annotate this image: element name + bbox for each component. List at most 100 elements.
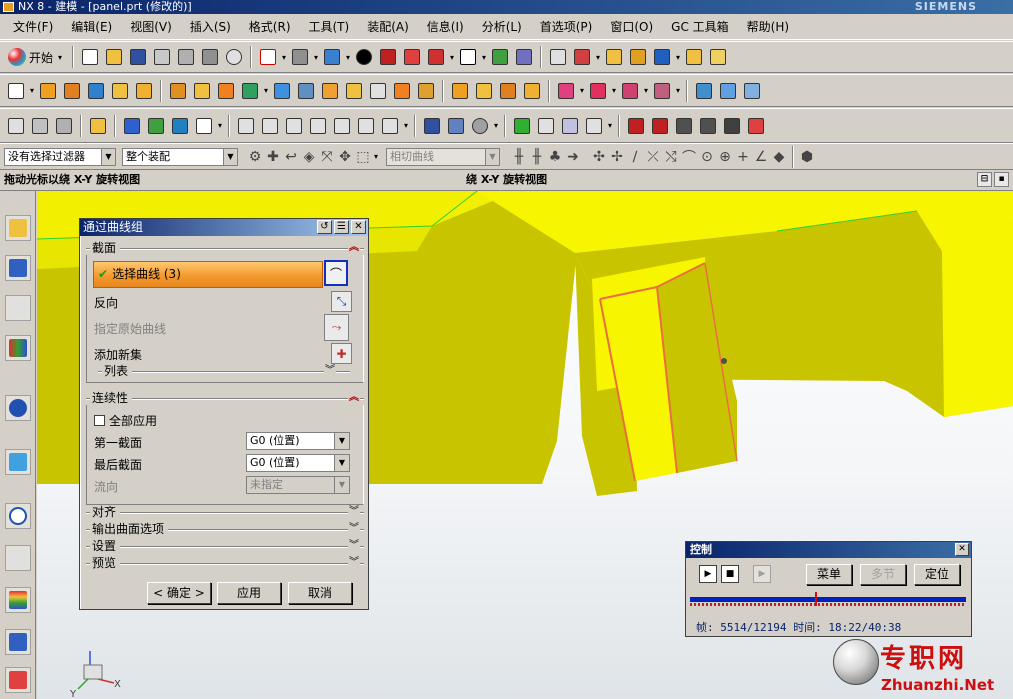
analysis-button[interactable] [627, 46, 649, 68]
chevron-down-icon[interactable]: ▾ [578, 86, 586, 95]
section-group-header[interactable]: 截面 ︽ [86, 241, 364, 255]
g-h-button[interactable] [331, 115, 353, 137]
text-button[interactable] [193, 115, 215, 137]
part-navigator-tab[interactable] [5, 295, 31, 321]
edit-feature-button[interactable] [5, 115, 27, 137]
draft-button[interactable] [619, 80, 641, 102]
block-button[interactable] [85, 80, 107, 102]
tangent-icon[interactable]: ╫ [528, 149, 546, 165]
restore-icon[interactable]: ⊟ [977, 172, 992, 187]
menu-edit[interactable]: 编辑(E) [62, 18, 121, 35]
palette-tab[interactable] [5, 449, 31, 475]
thicken-button[interactable] [295, 80, 317, 102]
o-h-button[interactable] [355, 115, 377, 137]
last-section-select[interactable]: G0 (位置) ▼ [246, 454, 350, 472]
intersect-icon[interactable]: ╫ [510, 149, 528, 165]
angle-button[interactable] [707, 46, 729, 68]
reset-icon[interactable]: ↺ [317, 220, 332, 234]
chevron-down-icon[interactable]: ▾ [642, 86, 650, 95]
menu-file[interactable]: 文件(F) [4, 18, 62, 35]
visualization-tab[interactable] [5, 587, 31, 613]
edge-blend-button[interactable] [555, 80, 577, 102]
web-browser-tab[interactable] [5, 395, 31, 421]
body-select-icon[interactable]: ◈ [300, 149, 318, 165]
chevron-down-icon[interactable]: ▾ [216, 121, 224, 130]
prev-frame-button[interactable] [649, 115, 671, 137]
chevron-down-icon[interactable]: ▾ [262, 86, 270, 95]
apply-all-checkbox[interactable]: 全部应用 [94, 412, 157, 429]
curve-b-button[interactable] [259, 115, 281, 137]
g-s-button[interactable] [283, 115, 305, 137]
part-list-button[interactable] [29, 115, 51, 137]
gear-tool-button[interactable] [469, 115, 491, 137]
chevron-down-icon[interactable]: ▾ [372, 152, 380, 161]
render-style-button[interactable] [289, 46, 311, 68]
ok-button[interactable]: < 确定 > [147, 582, 211, 604]
sketch-button[interactable] [5, 80, 27, 102]
trim-body-button[interactable] [319, 80, 341, 102]
snap-center-icon[interactable]: ⊙ [698, 149, 716, 165]
sweep-along-button[interactable] [121, 115, 143, 137]
patch-button[interactable] [391, 80, 413, 102]
new-file-button[interactable] [79, 46, 101, 68]
ruler-button[interactable] [683, 46, 705, 68]
history-tab[interactable] [5, 503, 31, 529]
datum-plane-button[interactable] [191, 80, 213, 102]
cutaway-button[interactable] [425, 46, 447, 68]
wcs-orient-button[interactable] [239, 80, 261, 102]
ruled-button[interactable] [497, 80, 519, 102]
menu-preferences[interactable]: 首选项(P) [531, 18, 602, 35]
extend-button[interactable] [741, 80, 763, 102]
curve-flow-button[interactable] [379, 115, 401, 137]
filter-reset-icon[interactable]: ⚙ [246, 149, 264, 165]
cancel-button[interactable]: 取消 [288, 582, 352, 604]
output-surface-group-header[interactable]: 输出曲面选项 ︾ [86, 522, 364, 536]
assembly-navigator-tab[interactable] [5, 215, 31, 241]
preview-group-header[interactable]: 预览 ︾ [86, 556, 364, 570]
add-new-set-button[interactable]: ✚ [331, 343, 352, 364]
revolve-button[interactable] [61, 80, 83, 102]
menu-info[interactable]: 信息(I) [418, 18, 473, 35]
snap-pole-icon[interactable]: ∠ [752, 149, 770, 165]
snap-icon[interactable]: ✚ [264, 149, 282, 165]
shaded-view-button[interactable] [321, 46, 343, 68]
cylinder-tool-button[interactable] [421, 115, 443, 137]
record-button[interactable] [721, 115, 743, 137]
point-button[interactable] [215, 80, 237, 102]
first-section-select[interactable]: G0 (位置) ▼ [246, 432, 350, 450]
mirror-button[interactable] [415, 80, 437, 102]
reverse-direction-button[interactable]: ⤡ [331, 291, 352, 312]
next-icon[interactable]: ➜ [564, 149, 582, 165]
settings-group-header[interactable]: 设置 ︾ [86, 539, 364, 553]
snap-intersect-icon[interactable]: ⤭ [662, 149, 680, 165]
menu-assembly[interactable]: 装配(A) [358, 18, 418, 35]
stop-button[interactable]: ■ [721, 565, 739, 583]
report-button[interactable] [535, 115, 557, 137]
list-header[interactable]: 列表 ︾ [98, 364, 350, 378]
copy-button[interactable] [175, 46, 197, 68]
offset-face-button[interactable] [271, 80, 293, 102]
studio-surface-button[interactable] [521, 80, 543, 102]
curve-select-button[interactable]: ⌒ [324, 260, 348, 286]
snap-mid-icon[interactable]: ✢ [608, 149, 626, 165]
extrude-button[interactable] [37, 80, 59, 102]
measure-button[interactable] [603, 46, 625, 68]
chevron-down-icon[interactable]: ▾ [312, 53, 320, 62]
chevron-down-icon[interactable]: ▾ [344, 53, 352, 62]
motion-button[interactable] [745, 115, 767, 137]
alignment-group-header[interactable]: 对齐 ︾ [86, 505, 364, 519]
next-frame-button[interactable] [673, 115, 695, 137]
tube-button[interactable] [145, 115, 167, 137]
chevron-down-icon[interactable]: ▾ [594, 53, 602, 62]
eraser-button[interactable] [87, 115, 109, 137]
continuity-group-header[interactable]: 连续性 ︽ [86, 391, 364, 405]
through-curves-button[interactable] [473, 80, 495, 102]
undo-button[interactable] [223, 46, 245, 68]
locate-button[interactable]: 定位 [914, 564, 960, 585]
chevron-down-icon[interactable]: ▾ [28, 86, 36, 95]
stop-icon[interactable]: ♣ [546, 149, 564, 165]
chevron-down-icon[interactable]: ▾ [674, 86, 682, 95]
spring-button[interactable] [445, 115, 467, 137]
chevron-down-icon[interactable]: ▾ [606, 121, 614, 130]
scope-select[interactable]: 整个装配 ▼ [122, 147, 238, 166]
